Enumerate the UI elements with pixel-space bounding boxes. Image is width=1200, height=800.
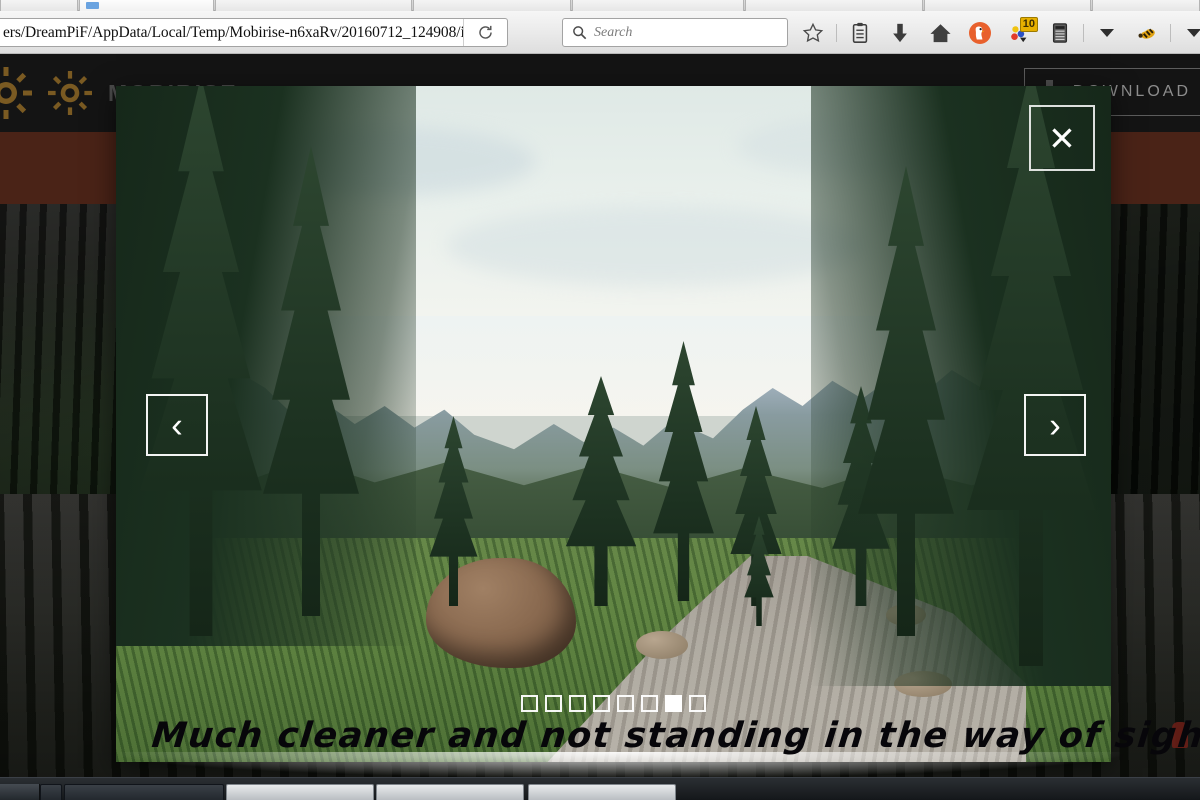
browser-tab-3[interactable] <box>215 0 412 11</box>
close-icon: ✕ <box>1048 119 1076 157</box>
dropdown-caret-icon-2[interactable] <box>1174 19 1200 47</box>
photo-rock-1 <box>636 631 688 659</box>
sun-gear-logo-icon <box>0 67 32 119</box>
browser-tab-1[interactable] <box>0 0 78 11</box>
search-input[interactable]: Search <box>562 18 788 47</box>
tab-favicon <box>86 2 99 9</box>
slide-indicator-1[interactable] <box>521 695 538 712</box>
browser-toolbar-icons: 10 <box>793 17 1200 47</box>
clipboard-glyph <box>852 22 868 43</box>
slide-indicator-6[interactable] <box>641 695 658 712</box>
chevron-left-icon: ‹ <box>171 405 183 445</box>
browser-tab-strip <box>0 0 1200 11</box>
server-icon[interactable] <box>1040 19 1080 47</box>
addon-balloons-icon[interactable]: 10 <box>1000 17 1040 47</box>
home-icon[interactable] <box>920 19 960 47</box>
lightbox-photo <box>116 86 1111 762</box>
caret-glyph <box>1100 29 1114 37</box>
taskbar-item-1[interactable] <box>40 784 62 800</box>
addon-badge-count: 10 <box>1019 17 1038 32</box>
toolbar-divider-1 <box>836 24 837 42</box>
screen-root: ers/DreamPiF/AppData/Local/Temp/Mobirise… <box>0 0 1200 800</box>
slide-indicator-3[interactable] <box>569 695 586 712</box>
home-glyph <box>929 24 951 43</box>
lightbox-modal: ✕ ‹ › <box>116 86 1111 762</box>
browser-tab-2[interactable] <box>79 0 214 11</box>
photo-cloud-2 <box>446 206 866 286</box>
taskbar-item-4[interactable] <box>376 784 524 800</box>
duck-glyph <box>969 22 991 44</box>
download-arrow-glyph <box>893 23 907 43</box>
taskbar-start-button[interactable] <box>0 784 40 800</box>
reload-glyph <box>479 25 492 39</box>
address-bar-url[interactable]: ers/DreamPiF/AppData/Local/Temp/Mobirise… <box>0 24 463 42</box>
address-bar[interactable]: ers/DreamPiF/AppData/Local/Temp/Mobirise… <box>0 18 508 47</box>
lightbox-slide-indicators <box>116 695 1111 712</box>
server-glyph <box>1052 23 1068 43</box>
os-taskbar <box>0 777 1200 800</box>
slide-indicator-2[interactable] <box>545 695 562 712</box>
downloads-arrow-icon[interactable] <box>880 19 920 47</box>
lightbox-next-button[interactable]: › <box>1024 394 1086 456</box>
bee-addon-icon[interactable] <box>1127 19 1167 47</box>
star-glyph <box>802 22 824 43</box>
slide-indicator-4[interactable] <box>593 695 610 712</box>
slide-indicator-7[interactable] <box>665 695 682 712</box>
bee-glyph <box>1138 26 1155 39</box>
browser-tab-7[interactable] <box>924 0 1091 11</box>
toolbar-divider-3 <box>1170 24 1171 42</box>
taskbar-item-5[interactable] <box>528 784 676 800</box>
browser-navigation-toolbar: ers/DreamPiF/AppData/Local/Temp/Mobirise… <box>0 11 1200 54</box>
duckduckgo-icon[interactable] <box>960 19 1000 47</box>
browser-tab-8[interactable] <box>1092 0 1200 11</box>
chevron-right-icon: › <box>1049 405 1061 445</box>
slide-indicator-5[interactable] <box>617 695 634 712</box>
browser-tab-6[interactable] <box>745 0 923 11</box>
browser-tab-4[interactable] <box>413 0 571 11</box>
caption-text: Much cleaner and not standing in the way… <box>149 716 1200 756</box>
slide-indicator-8[interactable] <box>689 695 706 712</box>
browser-tab-5[interactable] <box>572 0 744 11</box>
sun-gear-logo-icon-2 <box>48 71 92 115</box>
taskbar-item-3[interactable] <box>226 784 374 800</box>
photo-boulder <box>426 558 576 668</box>
close-lightbox-button[interactable]: ✕ <box>1029 105 1095 171</box>
lightbox-prev-button[interactable]: ‹ <box>146 394 208 456</box>
toolbar-divider-2 <box>1083 24 1084 42</box>
search-icon <box>573 26 587 40</box>
taskbar-item-2[interactable] <box>64 784 224 800</box>
reload-icon[interactable] <box>463 19 507 46</box>
caret-glyph-2 <box>1187 29 1200 37</box>
bookmark-star-icon[interactable] <box>793 19 833 47</box>
reader-list-icon[interactable] <box>840 19 880 47</box>
search-placeholder: Search <box>594 24 633 40</box>
dropdown-caret-icon[interactable] <box>1087 19 1127 47</box>
